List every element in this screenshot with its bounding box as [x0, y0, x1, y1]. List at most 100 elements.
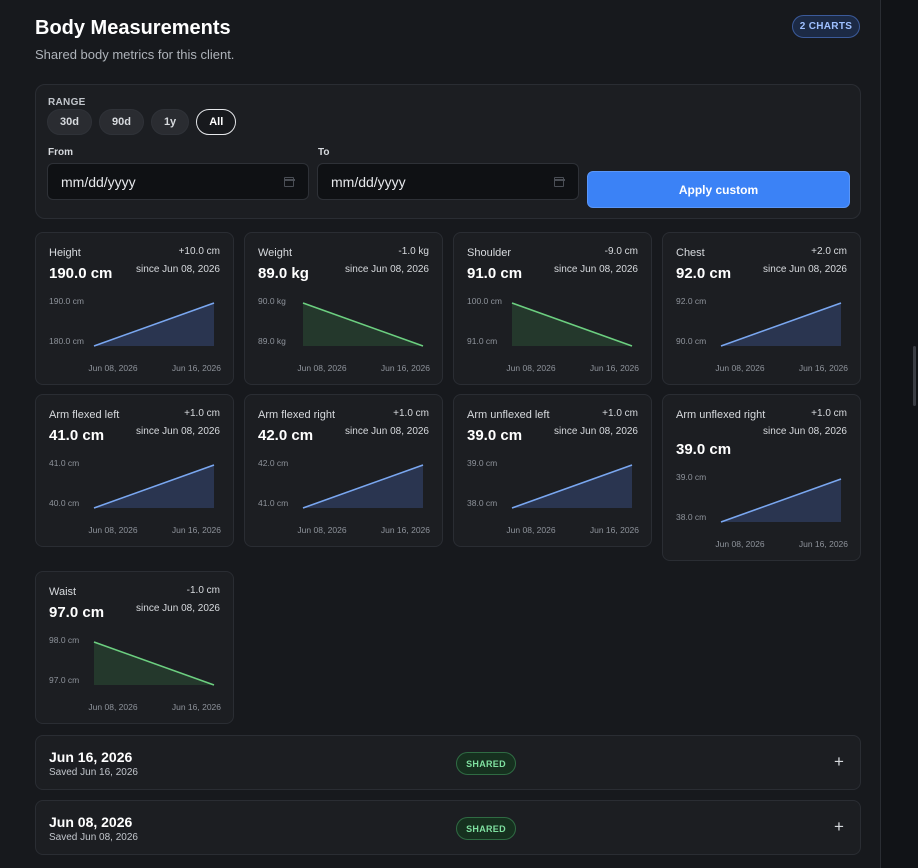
metric-since: since Jun 08, 2026	[763, 264, 847, 275]
metric-name: Arm flexed left	[49, 409, 120, 421]
metric-sparkline: 39.0 cm 38.0 cm Jun 08, 2026 Jun 16, 2026	[467, 458, 639, 535]
x-end-tick-label: Jun 16, 2026	[590, 525, 639, 535]
metric-sparkline: 42.0 cm 41.0 cm Jun 08, 2026 Jun 16, 2026	[258, 458, 430, 535]
calendar-icon[interactable]	[283, 177, 295, 187]
metric-delta: +1.0 cm	[811, 408, 847, 419]
y-bottom-tick-label: 180.0 cm	[49, 336, 84, 346]
metric-sparkline: 39.0 cm 38.0 cm Jun 08, 2026 Jun 16, 2026	[676, 472, 848, 549]
x-start-tick-label: Jun 08, 2026	[88, 525, 137, 535]
y-bottom-tick-label: 91.0 cm	[467, 336, 497, 346]
metric-since: since Jun 08, 2026	[136, 264, 220, 275]
to-date-input[interactable]: mm/dd/yyyy	[317, 163, 579, 200]
range-filter: RANGE 30d 90d 1y All From mm/dd/yyyy To …	[35, 84, 861, 219]
x-end-tick-label: Jun 16, 2026	[172, 702, 221, 712]
metric-name: Weight	[258, 247, 293, 259]
metric-delta: +10.0 cm	[178, 246, 220, 257]
metric-delta: +2.0 cm	[811, 246, 847, 257]
metric-name: Arm flexed right	[258, 409, 336, 421]
expand-icon[interactable]: +	[831, 818, 847, 836]
y-top-tick-label: 90.0 kg	[258, 296, 286, 306]
page-title: Body Measurements	[35, 17, 231, 39]
metric-delta: -1.0 cm	[186, 585, 220, 596]
x-end-tick-label: Jun 16, 2026	[590, 363, 639, 373]
scrollbar[interactable]	[913, 346, 916, 406]
metric-since: since Jun 08, 2026	[763, 426, 847, 437]
metric-sparkline: 190.0 cm 180.0 cm Jun 08, 2026 Jun 16, 2026	[49, 296, 221, 373]
metric-sparkline: 98.0 cm 97.0 cm Jun 08, 2026 Jun 16, 2026	[49, 635, 221, 712]
to-date-value: mm/dd/yyyy	[331, 173, 406, 190]
range-90d-button[interactable]: 90d	[98, 109, 144, 135]
metric-card: Arm flexed right +1.0 cm since Jun 08, 202…	[244, 394, 443, 547]
expand-icon[interactable]: +	[831, 753, 847, 771]
metric-name: Shoulder	[467, 247, 512, 259]
from-date-value: mm/dd/yyyy	[61, 173, 136, 190]
range-1y-button[interactable]: 1y	[150, 109, 190, 135]
y-bottom-tick-label: 90.0 cm	[676, 336, 706, 346]
metric-name: Height	[49, 247, 81, 259]
metric-since: since Jun 08, 2026	[554, 426, 638, 437]
y-bottom-tick-label: 38.0 cm	[467, 498, 497, 508]
metric-sparkline: 41.0 cm 40.0 cm Jun 08, 2026 Jun 16, 2026	[49, 458, 221, 535]
y-top-tick-label: 39.0 cm	[467, 458, 497, 468]
metric-since: since Jun 08, 2026	[345, 264, 429, 275]
entry-date: Jun 08, 2026	[49, 814, 133, 830]
x-start-tick-label: Jun 08, 2026	[88, 702, 137, 712]
metric-value: 97.0 cm	[49, 604, 105, 621]
metric-since: since Jun 08, 2026	[345, 426, 429, 437]
x-start-tick-label: Jun 08, 2026	[297, 363, 346, 373]
y-bottom-tick-label: 41.0 cm	[258, 498, 288, 508]
y-top-tick-label: 39.0 cm	[676, 472, 706, 482]
x-end-tick-label: Jun 16, 2026	[799, 363, 848, 373]
metric-value: 41.0 cm	[49, 427, 105, 444]
y-top-tick-label: 41.0 cm	[49, 458, 79, 468]
metric-delta: -9.0 cm	[604, 246, 638, 257]
metric-card: Waist -1.0 cm since Jun 08, 2026 97.0 cm 98.…	[35, 571, 234, 724]
range-buttons: 30d 90d 1y All	[47, 109, 237, 135]
metric-card: Shoulder -9.0 cm since Jun 08, 2026 91.0 cm…	[453, 232, 652, 385]
metric-card: Weight -1.0 kg since Jun 08, 2026 89.0 kg 90…	[244, 232, 443, 385]
y-bottom-tick-label: 97.0 cm	[49, 675, 79, 685]
metric-since: since Jun 08, 2026	[136, 426, 220, 437]
metric-sparkline: 90.0 kg 89.0 kg Jun 08, 2026 Jun 16, 2026	[258, 296, 430, 373]
measurements-panel: Body Measurements Shared body metrics fo…	[0, 0, 881, 868]
metric-delta: +1.0 cm	[602, 408, 638, 419]
metric-since: since Jun 08, 2026	[554, 264, 638, 275]
y-top-tick-label: 190.0 cm	[49, 296, 84, 306]
x-end-tick-label: Jun 16, 2026	[172, 363, 221, 373]
y-bottom-tick-label: 89.0 kg	[258, 336, 286, 346]
metric-delta: -1.0 kg	[398, 246, 429, 257]
x-end-tick-label: Jun 16, 2026	[799, 539, 848, 549]
metric-card: Chest +2.0 cm since Jun 08, 2026 92.0 cm 92.…	[662, 232, 861, 385]
x-end-tick-label: Jun 16, 2026	[381, 525, 430, 535]
y-bottom-tick-label: 38.0 cm	[676, 512, 706, 522]
metric-value: 190.0 cm	[49, 265, 113, 282]
metric-name: Arm unflexed left	[467, 409, 550, 421]
shared-badge: SHARED	[456, 817, 516, 840]
from-date-input[interactable]: mm/dd/yyyy	[47, 163, 309, 200]
metric-delta: +1.0 cm	[184, 408, 220, 419]
entry-row[interactable]: Jun 16, 2026 Saved Jun 16, 2026 SHARED +	[35, 735, 861, 790]
calendar-icon[interactable]	[553, 177, 565, 187]
entry-row[interactable]: Jun 08, 2026 Saved Jun 08, 2026 SHARED +	[35, 800, 861, 855]
x-start-tick-label: Jun 08, 2026	[297, 525, 346, 535]
y-top-tick-label: 98.0 cm	[49, 635, 79, 645]
range-all-button[interactable]: All	[196, 109, 237, 135]
metric-value: 42.0 cm	[258, 427, 314, 444]
entry-saved: Saved Jun 16, 2026	[49, 767, 138, 778]
metric-sparkline: 92.0 cm 90.0 cm Jun 08, 2026 Jun 16, 2026	[676, 296, 848, 373]
entry-saved: Saved Jun 08, 2026	[49, 832, 138, 843]
x-end-tick-label: Jun 16, 2026	[172, 525, 221, 535]
shared-badge: SHARED	[456, 752, 516, 775]
metric-value: 91.0 cm	[467, 265, 523, 282]
metric-name: Waist	[49, 586, 77, 598]
apply-custom-button[interactable]: Apply custom	[587, 171, 850, 208]
y-top-tick-label: 100.0 cm	[467, 296, 502, 306]
y-top-tick-label: 92.0 cm	[676, 296, 706, 306]
metric-value: 89.0 kg	[258, 265, 309, 282]
range-30d-button[interactable]: 30d	[47, 109, 92, 135]
metric-value: 39.0 cm	[676, 441, 732, 458]
x-start-tick-label: Jun 08, 2026	[715, 363, 764, 373]
range-label: RANGE	[48, 97, 86, 108]
x-start-tick-label: Jun 08, 2026	[715, 539, 764, 549]
metric-delta: +1.0 cm	[393, 408, 429, 419]
